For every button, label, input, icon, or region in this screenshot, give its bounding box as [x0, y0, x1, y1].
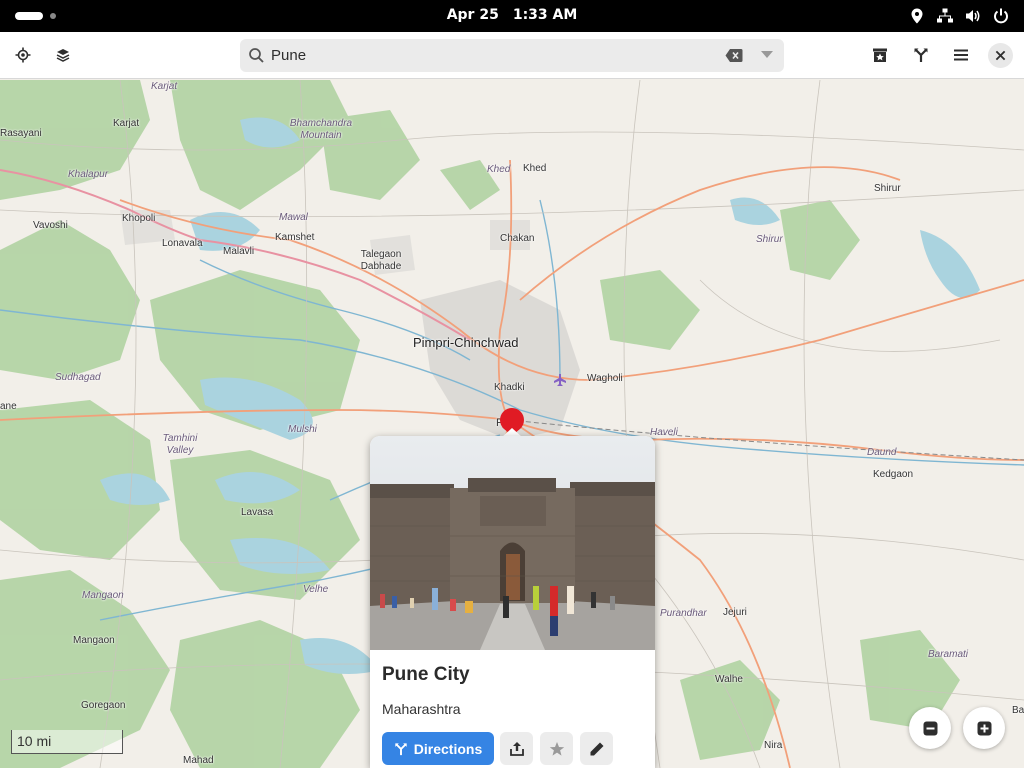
bookmarks-icon [873, 48, 887, 62]
zoom-out-button[interactable] [909, 707, 951, 749]
clock-date: Apr 25 [446, 7, 499, 23]
map-label: Pimpri-Chinchwad [413, 335, 519, 350]
map-label: Baramati [928, 649, 969, 660]
power-icon [994, 8, 1008, 24]
map-label: ane [0, 401, 17, 412]
map-label: Jejuri [723, 607, 747, 618]
place-title: Pune City [382, 664, 470, 685]
map-label: Vavoshi [33, 220, 68, 231]
star-icon [549, 741, 564, 756]
map-label: Talegaon Dabhade [360, 249, 402, 272]
map-label: Nira [764, 740, 783, 751]
map-label: Ba [1012, 705, 1024, 716]
zoom-out-icon [923, 721, 937, 735]
edit-icon [590, 742, 603, 755]
map-label: Goregaon [81, 700, 126, 711]
map-label: Khadki [494, 382, 525, 393]
layers-button[interactable] [47, 39, 79, 71]
top-bar: Apr 25 1:33 AM [0, 0, 1024, 32]
map-scale: 10 mi [11, 730, 123, 754]
route-icon [395, 742, 407, 755]
map-label: Chakan [500, 233, 535, 244]
map-label: Khalapur [68, 169, 109, 180]
search-field[interactable] [240, 39, 784, 72]
map-label: Mahad [183, 755, 214, 766]
map-label: Mangaon [73, 635, 115, 646]
map-label: Lavasa [241, 507, 274, 518]
map-label: Shirur [874, 183, 901, 194]
map-label: Karjat [151, 81, 178, 92]
clock-time: 1:33 AM [512, 7, 578, 23]
location-icon [911, 8, 923, 24]
network-icon [937, 8, 953, 23]
map-label: Wagholi [587, 373, 623, 384]
scale-label: 10 mi [17, 733, 52, 749]
share-icon [509, 741, 524, 756]
map-label: Mulshi [288, 424, 317, 435]
map-label: Daund [867, 447, 897, 458]
map-label: Mawal [279, 212, 308, 223]
layers-icon [56, 49, 70, 62]
volume-icon [966, 10, 980, 22]
zoom-in-icon [977, 721, 991, 735]
locate-button[interactable] [7, 39, 39, 71]
map-label: Kedgaon [873, 469, 914, 480]
map-label: Malavli [223, 246, 255, 257]
place-photo [370, 436, 655, 650]
header-bar [0, 32, 1024, 79]
map-label: Kamshet [275, 232, 315, 243]
route-icon [914, 48, 928, 62]
map-label: Velhe [303, 584, 329, 595]
directions-label: Directions [413, 740, 483, 757]
map-label: Khed [487, 164, 511, 175]
map-label: Walhe [715, 674, 743, 685]
edit-button[interactable] [580, 732, 613, 765]
search-input[interactable] [271, 43, 711, 68]
map-label: Khed [523, 163, 547, 174]
map-label: Karjat [113, 118, 140, 129]
map-label: Khopoli [122, 213, 156, 224]
map-label: Bhamchandra Mountain [289, 118, 353, 141]
directions-button[interactable]: Directions [382, 732, 494, 765]
main-menu-button[interactable] [945, 39, 977, 71]
bookmarks-button[interactable] [864, 39, 896, 71]
place-popover: Pune City Maharashtra Directions [370, 436, 655, 768]
map-label: Mangaon [82, 590, 124, 601]
close-window-button[interactable] [988, 43, 1013, 68]
menu-icon [954, 49, 968, 61]
zoom-in-button[interactable] [963, 707, 1005, 749]
map-label: Rasayani [0, 128, 42, 139]
search-icon [249, 48, 264, 63]
clear-search-icon[interactable] [725, 48, 743, 63]
share-button[interactable] [500, 732, 533, 765]
map-label: Purandhar [660, 608, 707, 619]
map-label: Shirur [756, 234, 783, 245]
clock[interactable]: Apr 25 1:33 AM [0, 7, 1024, 23]
locate-icon [15, 47, 31, 63]
route-planner-button[interactable] [905, 39, 937, 71]
favorite-button[interactable] [540, 732, 573, 765]
place-subtitle: Maharashtra [382, 701, 461, 717]
system-tray[interactable] [908, 7, 1010, 25]
map-label: Sudhagad [55, 372, 101, 383]
chevron-down-icon[interactable] [761, 51, 773, 59]
map-label: Tamhini Valley [162, 433, 198, 456]
map-label: Lonavala [162, 238, 203, 249]
close-icon [995, 50, 1006, 61]
